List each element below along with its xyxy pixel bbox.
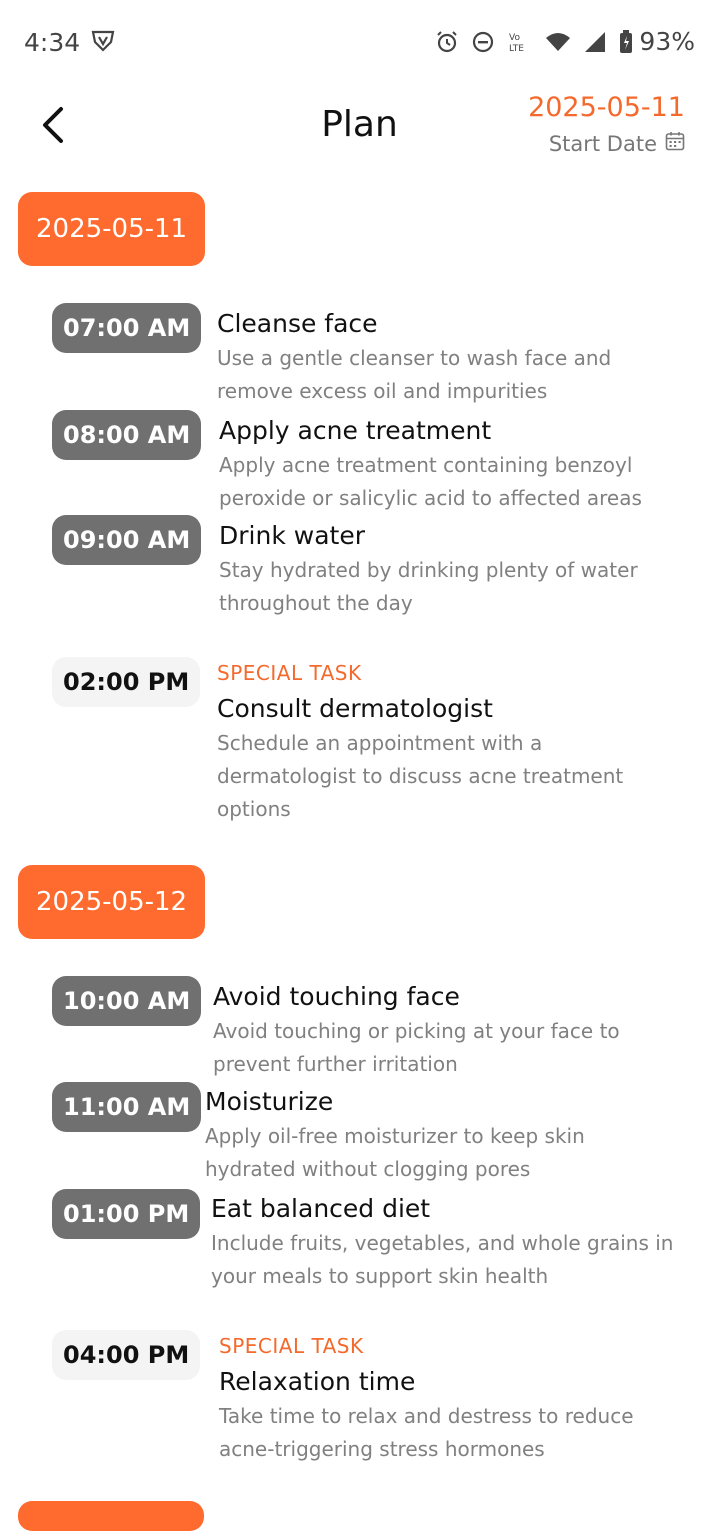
- time-badge: 09:00 AM: [52, 515, 202, 565]
- status-bar: 4:34 Vo LTE 93%: [0, 0, 719, 86]
- volte-icon: Vo LTE: [507, 30, 533, 54]
- task-description-line: peroxide or salicylic acid to affected a…: [219, 486, 642, 510]
- task-description-line: Take time to relax and destress to reduc…: [219, 1404, 634, 1428]
- task-description: Schedule an appointment with a dermatolo…: [217, 727, 697, 826]
- task-title: Consult dermatologist: [217, 694, 493, 723]
- task-description-line: Apply acne treatment containing benzoyl: [219, 453, 633, 477]
- task-title: Cleanse face: [217, 309, 378, 338]
- time-badge: 04:00 PM: [52, 1330, 201, 1380]
- task-description-line: throughout the day: [219, 591, 413, 615]
- time-badge: 02:00 PM: [52, 657, 201, 707]
- special-task-label: SPECIAL TASK: [217, 661, 362, 685]
- day-header-2: 2025-05-12: [18, 865, 206, 939]
- time-badge: 10:00 AM: [52, 976, 202, 1026]
- task-title: Avoid touching face: [213, 982, 460, 1011]
- task-description: Stay hydrated by drinking plenty of wate…: [219, 554, 699, 620]
- task-text: Cleanse face Use a gentle cleanser to wa…: [217, 307, 697, 408]
- task-title: Eat balanced diet: [211, 1194, 431, 1223]
- task-title: Relaxation time: [219, 1367, 416, 1396]
- task-description-line: Apply oil-free moisturizer to keep skin: [205, 1124, 585, 1148]
- calendar-icon: [665, 131, 685, 156]
- start-date-label: Start Date: [548, 131, 657, 156]
- task-text: Eat balanced diet Include fruits, vegeta…: [211, 1192, 691, 1293]
- time-badge: 07:00 AM: [52, 303, 202, 353]
- task-description-line: hydrated without clogging pores: [205, 1157, 531, 1181]
- task-description: Apply acne treatment containing benzoyl …: [219, 449, 699, 515]
- task-description: Apply oil-free moisturizer to keep skin …: [205, 1120, 685, 1186]
- task-description-line: your meals to support skin health: [211, 1264, 549, 1288]
- battery-icon: [619, 29, 633, 54]
- task-title: Moisturize: [205, 1087, 334, 1116]
- start-date-value: 2025-05-11: [528, 92, 685, 123]
- time-badge: 11:00 AM: [52, 1082, 202, 1132]
- task-description-line: options: [217, 797, 291, 821]
- alarm-icon: [435, 30, 459, 54]
- task-text: Drink water Stay hydrated by drinking pl…: [219, 519, 699, 620]
- task-description-line: Schedule an appointment with a: [217, 731, 543, 755]
- task-text: Moisturize Apply oil-free moisturizer to…: [205, 1085, 685, 1186]
- task-description: Use a gentle cleanser to wash face and r…: [217, 342, 697, 408]
- day-header-3-partial: [18, 1501, 204, 1531]
- wifi-icon: [545, 31, 571, 53]
- start-date-label-row: Start Date: [528, 131, 685, 156]
- task-title: Apply acne treatment: [219, 416, 492, 445]
- task-description-line: Stay hydrated by drinking plenty of wate…: [219, 558, 638, 582]
- time-badge: 08:00 AM: [52, 410, 202, 460]
- task-description-line: prevent further irritation: [213, 1052, 458, 1076]
- special-task-label: SPECIAL TASK: [219, 1334, 364, 1358]
- shield-v-icon: [91, 30, 115, 56]
- task-text: Apply acne treatment Apply acne treatmen…: [219, 414, 699, 515]
- time-badge: 01:00 PM: [52, 1189, 201, 1239]
- task-description-line: Include fruits, vegetables, and whole gr…: [211, 1231, 674, 1255]
- task-description: Avoid touching or picking at your face t…: [213, 1015, 693, 1081]
- status-time: 4:34: [24, 28, 81, 57]
- task-description-line: remove excess oil and impurities: [217, 379, 548, 403]
- svg-text:LTE: LTE: [509, 44, 524, 54]
- svg-text:Vo: Vo: [509, 33, 520, 43]
- task-description: Take time to relax and destress to reduc…: [219, 1400, 699, 1466]
- day-header-1: 2025-05-11: [18, 192, 206, 266]
- task-text: Avoid touching face Avoid touching or pi…: [213, 980, 693, 1081]
- task-description-line: Use a gentle cleanser to wash face and: [217, 346, 612, 370]
- task-description-line: dermatologist to discuss acne treatment: [217, 764, 624, 788]
- signal-icon: [583, 31, 607, 53]
- task-title: Drink water: [219, 521, 365, 550]
- task-text: SPECIAL TASK Relaxation time Take time t…: [219, 1331, 699, 1466]
- task-description-line: Avoid touching or picking at your face t…: [213, 1019, 620, 1043]
- task-description-line: acne-triggering stress hormones: [219, 1437, 545, 1461]
- status-icons: Vo LTE 93%: [435, 27, 695, 56]
- task-text: SPECIAL TASK Consult dermatologist Sched…: [217, 658, 697, 826]
- dnd-icon: [471, 30, 495, 54]
- start-date-picker[interactable]: 2025-05-11 Start Date: [528, 92, 685, 156]
- battery-percent: 93%: [639, 27, 695, 56]
- task-description: Include fruits, vegetables, and whole gr…: [211, 1227, 691, 1293]
